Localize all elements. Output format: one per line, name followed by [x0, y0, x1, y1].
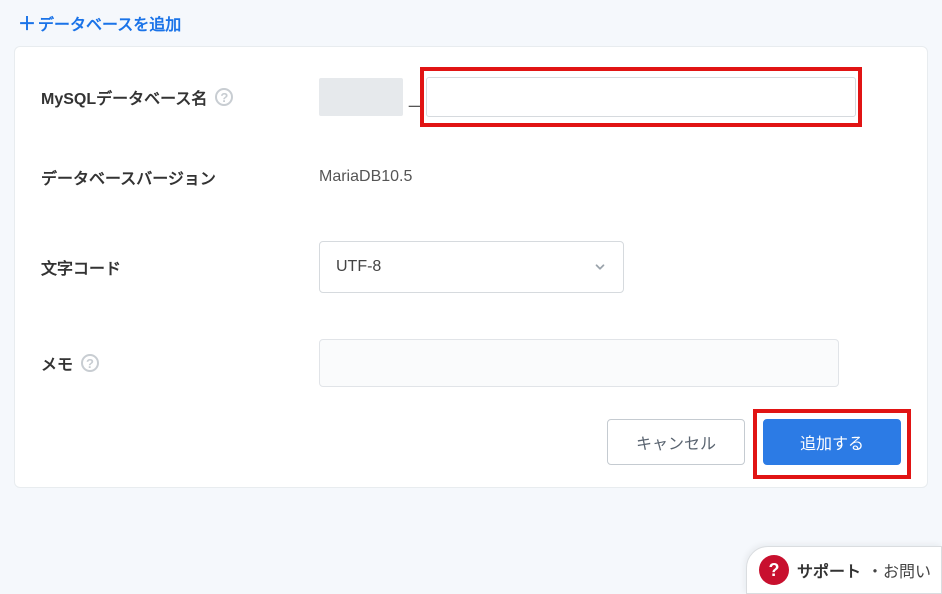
db-name-label: MySQLデータベース名 ?: [41, 85, 319, 109]
charset-label: 文字コード: [41, 255, 319, 279]
help-icon[interactable]: ?: [215, 88, 233, 106]
row-db-version: データベースバージョン MariaDB10.5: [41, 165, 901, 189]
db-name-input[interactable]: [426, 77, 856, 117]
add-database-link[interactable]: ＋ データベースを追加: [18, 10, 181, 36]
charset-select[interactable]: UTF-8: [319, 241, 624, 293]
memo-label: メモ ?: [41, 351, 319, 375]
submit-button[interactable]: 追加する: [763, 419, 901, 465]
support-sub: ・お問い: [867, 558, 931, 582]
cancel-button[interactable]: キャンセル: [607, 419, 745, 465]
memo-input[interactable]: [319, 339, 839, 387]
db-version-value: MariaDB10.5: [319, 168, 412, 186]
row-charset: 文字コード UTF-8: [41, 241, 901, 293]
row-memo: メモ ?: [41, 339, 901, 387]
charset-selected-value: UTF-8: [336, 258, 381, 276]
plus-icon: ＋: [18, 10, 36, 36]
support-label: サポート: [797, 558, 861, 582]
question-icon: ?: [759, 555, 789, 585]
button-row: キャンセル 追加する: [41, 419, 901, 465]
help-icon[interactable]: ?: [81, 354, 99, 372]
support-widget[interactable]: ? サポート ・お問い: [746, 546, 942, 594]
chevron-down-icon: [593, 260, 607, 274]
db-version-label: データベースバージョン: [41, 165, 319, 189]
db-name-prefix: [319, 78, 403, 116]
database-form-card: MySQLデータベース名 ? _ データベースバージョン MariaDB10.5: [14, 46, 928, 488]
add-database-label: データベースを追加: [38, 11, 181, 35]
underscore-separator: _: [403, 86, 426, 109]
row-db-name: MySQLデータベース名 ? _: [41, 77, 901, 117]
